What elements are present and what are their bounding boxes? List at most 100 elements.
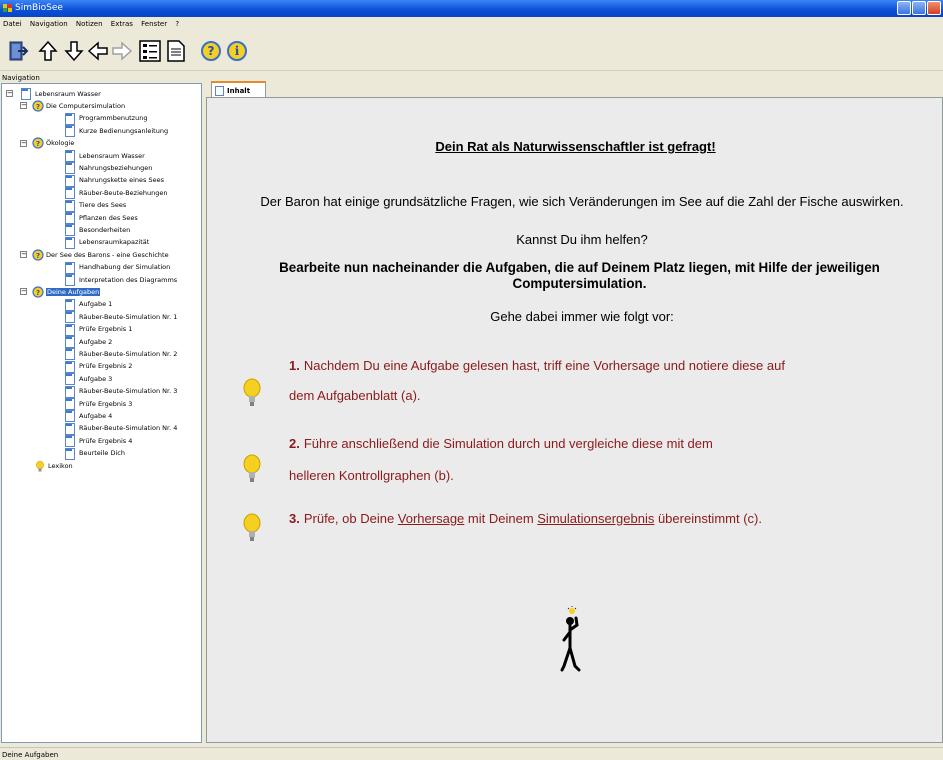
tree-item[interactable]: Räuber-Beute-Simulation Nr. 4 — [64, 422, 177, 435]
tree-view-button[interactable] — [138, 39, 162, 63]
help-button[interactable]: ? — [199, 39, 223, 63]
document-icon — [215, 85, 224, 96]
tree-item[interactable]: Nahrungsbeziehungen — [64, 162, 152, 175]
document-icon — [64, 373, 75, 386]
tree-item[interactable]: Handhabung der Simulation — [64, 261, 171, 274]
title-bar: SimBioSee — [0, 0, 943, 17]
tree-group[interactable]: ? Die Computersimulation — [32, 100, 125, 112]
tree-item-lexikon[interactable]: Lexikon — [34, 460, 73, 471]
menu-help[interactable]: ? — [172, 17, 182, 28]
lightbulb-icon — [243, 454, 261, 482]
minimize-button[interactable] — [897, 1, 911, 15]
tree-item[interactable]: Programmbenutzung — [64, 112, 147, 125]
down-arrow-icon — [64, 41, 84, 62]
tree-item-label: Kurze Bedienungsanleitung — [79, 126, 169, 135]
tree-item-root[interactable]: Lebensraum Wasser — [20, 88, 101, 100]
help-bubble-icon: ? — [32, 100, 44, 112]
thinking-figure-icon — [560, 606, 581, 672]
tree-item[interactable]: Tiere des Sees — [64, 199, 126, 212]
info-button[interactable]: i — [225, 39, 249, 63]
content-procedure-intro: Gehe dabei immer wie folgt vor: — [490, 309, 674, 324]
tree-item[interactable]: Kurze Bedienungsanleitung — [64, 125, 169, 138]
tree-item[interactable]: Räuber-Beute-Beziehungen — [64, 187, 168, 200]
tree-item[interactable]: Aufgabe 3 — [64, 373, 113, 386]
up-button[interactable] — [36, 39, 60, 63]
step-1-line-2: dem Aufgabenblatt (a). — [289, 388, 421, 403]
tree-item-label: Handhabung der Simulation — [79, 263, 171, 272]
tab-inhalt[interactable]: Inhalt — [211, 81, 266, 98]
tree-item[interactable]: Besonderheiten — [64, 224, 130, 237]
svg-text:?: ? — [36, 140, 40, 148]
menu-fenster[interactable]: Fenster — [138, 17, 170, 28]
tree-item-label: Aufgabe 3 — [79, 374, 113, 383]
close-button[interactable] — [927, 1, 941, 15]
back-button[interactable] — [86, 39, 110, 63]
menu-extras[interactable]: Extras — [108, 17, 136, 28]
tree-item[interactable]: Beurteile Dich — [64, 447, 125, 460]
document-icon — [64, 112, 75, 125]
document-icon — [64, 212, 75, 224]
up-arrow-icon — [38, 40, 58, 61]
menu-datei[interactable]: Datei — [0, 17, 25, 28]
maximize-button[interactable] — [912, 1, 926, 15]
tree-item-label: Lebensraumkapazität — [79, 238, 150, 247]
tree-item[interactable]: Prüfe Ergebnis 1 — [64, 323, 132, 336]
document-icon — [64, 385, 75, 398]
collapse-toggle[interactable]: − — [20, 102, 27, 110]
tree-view-icon — [139, 40, 161, 62]
collapse-toggle[interactable]: − — [6, 90, 13, 97]
menu-bar: Datei Navigation Notizen Extras Fenster … — [0, 17, 943, 31]
exit-button[interactable] — [6, 39, 30, 63]
tree-item[interactable]: Prüfe Ergebnis 4 — [64, 435, 132, 448]
content-instruction: Bearbeite nun nacheinander die Aufgaben,… — [279, 260, 880, 291]
tree-item-label: Prüfe Ergebnis 3 — [79, 399, 133, 408]
exit-icon — [9, 41, 29, 61]
document-icon — [64, 348, 75, 361]
tree-item-label: Räuber-Beute-Simulation Nr. 3 — [79, 387, 178, 396]
tree-item[interactable]: Pflanzen des Sees — [64, 212, 138, 224]
tree-item[interactable]: Aufgabe 1 — [64, 298, 113, 311]
collapse-toggle[interactable]: − — [20, 251, 27, 259]
tree-group[interactable]: ? Deine Aufgaben — [32, 286, 101, 298]
forward-button[interactable] — [110, 39, 134, 63]
tree-item[interactable]: Lebensraumkapazität — [64, 236, 150, 249]
document-icon — [64, 199, 75, 212]
tree-item[interactable]: Prüfe Ergebnis 3 — [64, 398, 133, 410]
step-2-line-1: 2. Führe anschließend die Simulation durc… — [289, 436, 713, 451]
tree-item-label: Räuber-Beute-Simulation Nr. 1 — [79, 312, 178, 321]
document-icon — [64, 274, 75, 286]
menu-navigation[interactable]: Navigation — [27, 17, 71, 28]
menu-notizen[interactable]: Notizen — [73, 17, 106, 28]
svg-text:?: ? — [36, 289, 40, 297]
tree-group[interactable]: ? Ökologie — [32, 137, 74, 149]
tree-item[interactable]: Aufgabe 2 — [64, 336, 112, 348]
collapse-toggle[interactable]: − — [20, 288, 27, 296]
tree-item[interactable]: Räuber-Beute-Simulation Nr. 1 — [64, 311, 178, 324]
tree-item[interactable]: Räuber-Beute-Simulation Nr. 3 — [64, 385, 178, 398]
tree-item[interactable]: Räuber-Beute-Simulation Nr. 2 — [64, 348, 177, 361]
tree-item[interactable]: Lebensraum Wasser — [64, 150, 145, 162]
tree-item[interactable]: Aufgabe 4 — [64, 410, 112, 423]
tree-item[interactable]: Interpretation des Diagramms — [64, 274, 177, 286]
document-icon — [64, 447, 75, 460]
tree-group[interactable]: ? Der See des Barons - eine Geschichte — [32, 249, 169, 261]
document-button[interactable] — [164, 39, 188, 63]
down-button[interactable] — [62, 39, 86, 63]
tree-item-label: Lexikon — [48, 461, 73, 470]
svg-text:?: ? — [208, 44, 215, 58]
back-arrow-icon — [87, 41, 108, 61]
document-icon — [64, 298, 75, 311]
document-icon — [167, 40, 185, 62]
lightbulb-icon — [243, 513, 261, 541]
tree-item-label: Aufgabe 1 — [79, 300, 113, 309]
lightbulb-icon — [36, 460, 44, 471]
collapse-toggle[interactable]: − — [20, 139, 27, 147]
tree-item[interactable]: Prüfe Ergebnis 2 — [64, 360, 132, 373]
link-vorhersage[interactable]: Vorhersage — [398, 511, 465, 526]
tree-item[interactable]: Nahrungskette eines Sees — [64, 174, 164, 187]
info-icon: i — [227, 41, 247, 61]
window-title: SimBioSee — [15, 3, 63, 13]
link-simulationsergebnis[interactable]: Simulationsergebnis — [537, 511, 654, 526]
document-icon — [64, 422, 75, 435]
navigation-label: Navigation — [2, 74, 40, 82]
